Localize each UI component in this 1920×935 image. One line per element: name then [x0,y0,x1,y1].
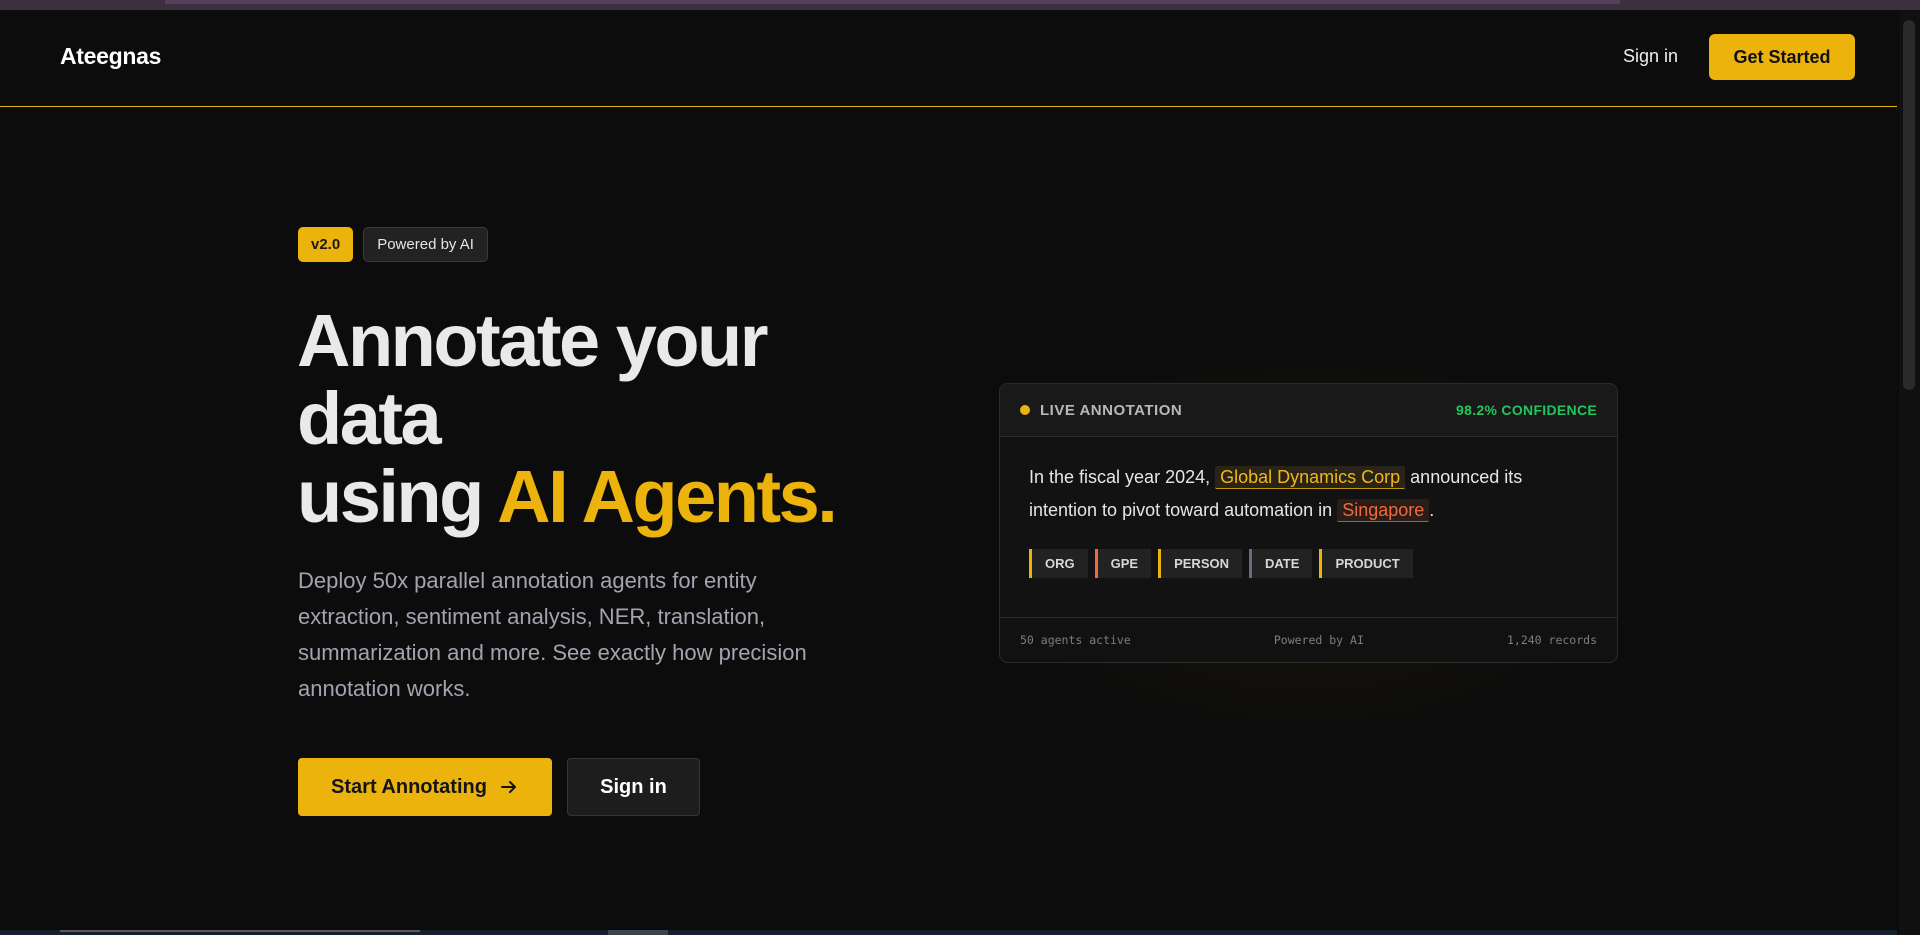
confidence-score: 98.2% CONFIDENCE [1456,402,1597,418]
card-footer: 50 agents active Powered by AI 1,240 rec… [1000,617,1617,662]
hero-title: Annotate your data using AI Agents. [297,302,917,536]
live-dot-icon [1020,405,1030,415]
hero-title-line2: data [297,377,442,460]
powered-by-ai-badge: Powered by AI [363,227,488,262]
hero-subtitle: Deploy 50x parallel annotation agents fo… [298,568,807,701]
hero-title-accent: AI Agents. [497,455,838,538]
sentence-part3: . [1429,500,1435,520]
tag-person[interactable]: PERSON [1158,549,1242,578]
live-annotation-label: LIVE ANNOTATION [1040,401,1183,419]
browser-top-strip [0,0,1920,10]
tag-date[interactable]: DATE [1249,549,1313,578]
entity-gpe[interactable]: Singapore [1337,499,1430,522]
arrow-right-icon [499,777,519,797]
bottom-strip-segment [608,930,668,935]
hero-signin-button[interactable]: Sign in [567,758,700,816]
live-status: LIVE ANNOTATION [1020,402,1182,419]
entity-org[interactable]: Global Dynamics Corp [1215,466,1406,489]
bottom-strip-segment [60,930,420,932]
live-annotation-card: LIVE ANNOTATION 98.2% CONFIDENCE In the … [999,383,1618,663]
brand-logo[interactable]: Ateegnas [60,43,161,70]
hero-title-line1: Annotate your [297,299,769,382]
agents-active-count: 50 agents active [1020,633,1131,647]
card-body: In the fiscal year 2024, Global Dynamics… [1000,437,1617,578]
nav-signin-link[interactable]: Sign in [1623,46,1678,67]
page-scrollbar-thumb[interactable] [1903,20,1915,390]
get-started-button[interactable]: Get Started [1709,34,1855,80]
version-badge: v2.0 [298,227,354,262]
annotated-sentence: In the fiscal year 2024, Global Dynamics… [1029,461,1589,527]
browser-top-strip-highlight [165,0,1620,4]
tag-product[interactable]: PRODUCT [1319,549,1413,578]
records-count: 1,240 records [1506,633,1597,647]
footer-powered-by: Powered by AI [1273,633,1364,647]
tag-org[interactable]: ORG [1029,549,1088,578]
tag-gpe[interactable]: GPE [1094,549,1152,578]
card-header: LIVE ANNOTATION 98.2% CONFIDENCE [1000,384,1617,437]
hero-title-line3-prefix: using [297,455,498,538]
start-annotating-label: Start Annotating [331,775,487,798]
sentence-part1: In the fiscal year 2024, [1029,467,1216,487]
hero-badges: v2.0 Powered by AI [298,227,488,262]
bottom-preview-strip [0,930,1897,935]
start-annotating-button[interactable]: Start Annotating [298,758,552,816]
navbar: Ateegnas Sign in Get Started [0,10,1897,107]
entity-tags: ORG GPE PERSON DATE PRODUCT [1029,549,1589,578]
